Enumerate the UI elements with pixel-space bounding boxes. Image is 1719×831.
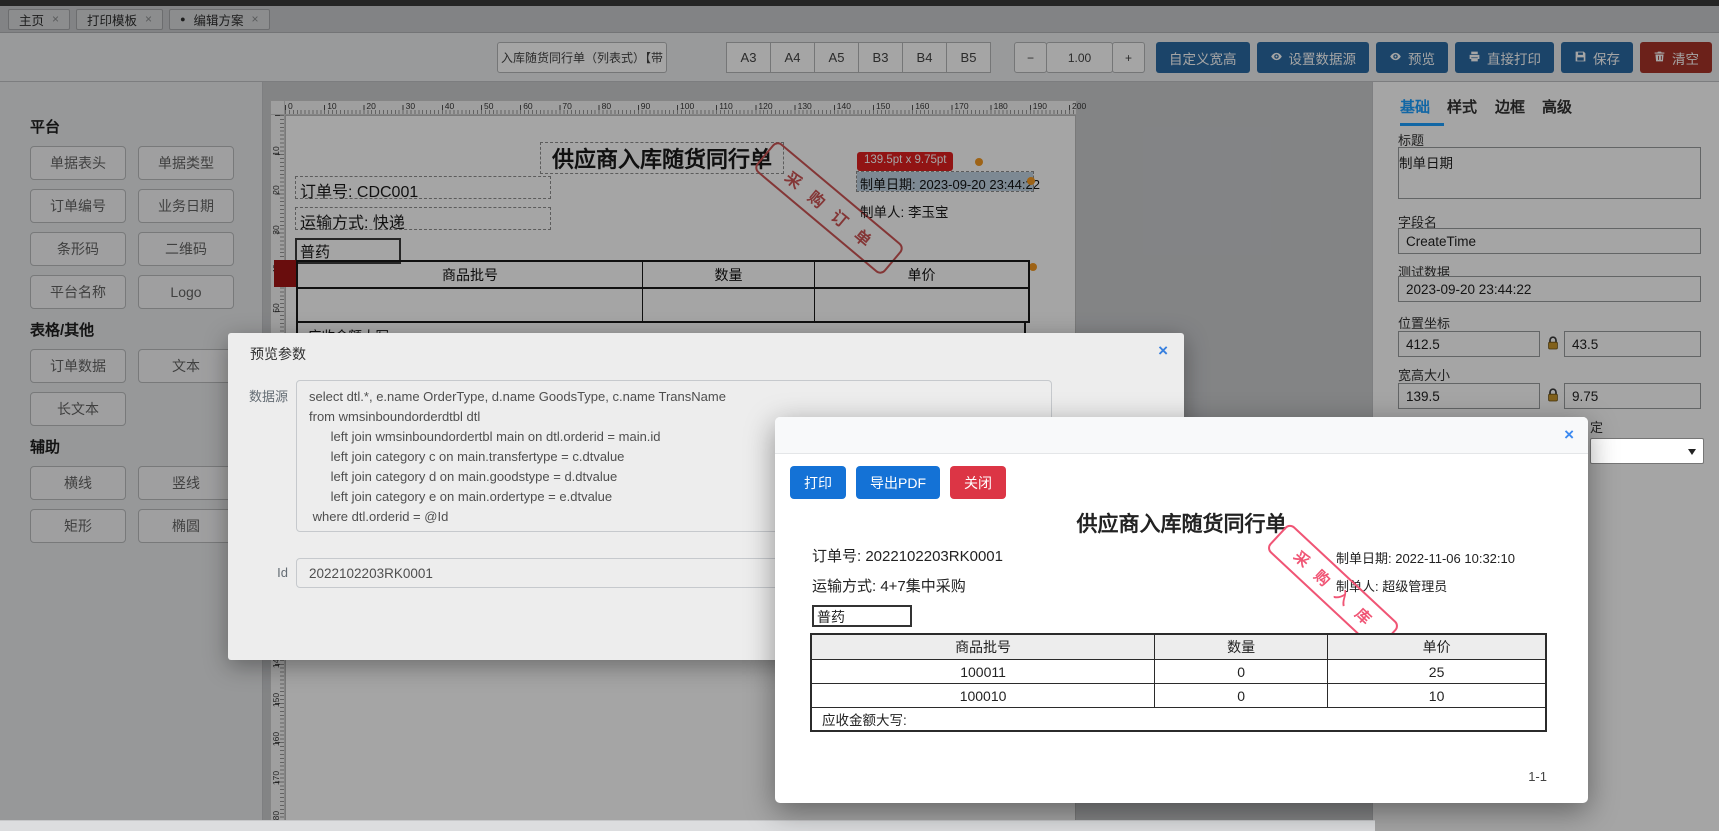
preview-table-cell: 0 bbox=[1154, 659, 1328, 683]
preview-drug-type-box: 普药 bbox=[812, 605, 912, 627]
print-preview-dialog: × 打印 导出PDF 关闭 供应商入库随货同行单 订单号: 2022102203RK… bbox=[775, 417, 1588, 803]
preview-button-关闭[interactable]: 关闭 bbox=[950, 466, 1006, 499]
preview-table-row: 100011 0 25 bbox=[812, 659, 1545, 683]
horizontal-scrollbar[interactable] bbox=[0, 820, 1375, 831]
preview-table-cell: 100011 bbox=[812, 659, 1155, 683]
preview-doc-title: 供应商入库随货同行单 bbox=[1076, 513, 1287, 536]
preview-table-cell: 25 bbox=[1327, 659, 1545, 683]
app-window: 主页 × 打印模板 × ● 编辑方案 × 入库随货同行单（列表式）【带 A3 A4 A5 B3 B4… bbox=[0, 0, 1719, 831]
preview-button-导出PDF[interactable]: 导出PDF bbox=[856, 466, 940, 499]
preview-transport: 运输方式: 4+7集中采购 bbox=[812, 578, 966, 595]
preview-table-cell: 100010 bbox=[812, 683, 1155, 707]
preview-action-buttons: 打印 导出PDF 关闭 bbox=[790, 466, 1006, 499]
preview-order-no: 订单号: 2022102203RK0001 bbox=[812, 548, 1003, 565]
preview-table-header-cell: 数量 bbox=[1154, 635, 1327, 659]
preview-button-打印[interactable]: 打印 bbox=[790, 466, 846, 499]
chevron-down-icon bbox=[1688, 449, 1696, 455]
preview-dialog-header bbox=[775, 417, 1588, 454]
clipped-panel-label: 定 bbox=[1590, 420, 1604, 435]
preview-make-date: 制单日期: 2022-11-06 10:32:10 bbox=[1336, 551, 1515, 566]
preview-table-cell: 10 bbox=[1327, 683, 1545, 707]
preview-data-table: 商品批号 数量 单价 100011 0 25 100010 0 10 应收金额大写: bbox=[810, 633, 1547, 732]
preview-table-header-cell: 商品批号 bbox=[955, 639, 1012, 655]
panel-dropdown[interactable] bbox=[1590, 438, 1704, 464]
preview-page-number: 1-1 bbox=[1528, 769, 1547, 784]
preview-table-cell: 0 bbox=[1154, 683, 1328, 707]
preview-table-row: 100010 0 10 bbox=[812, 683, 1545, 707]
preview-table-header-row: 商品批号 数量 单价 bbox=[812, 635, 1545, 659]
preview-table-header-cell: 单价 bbox=[1327, 635, 1545, 659]
preview-table-footer: 应收金额大写: bbox=[812, 707, 1545, 730]
close-icon[interactable]: × bbox=[1564, 426, 1574, 443]
